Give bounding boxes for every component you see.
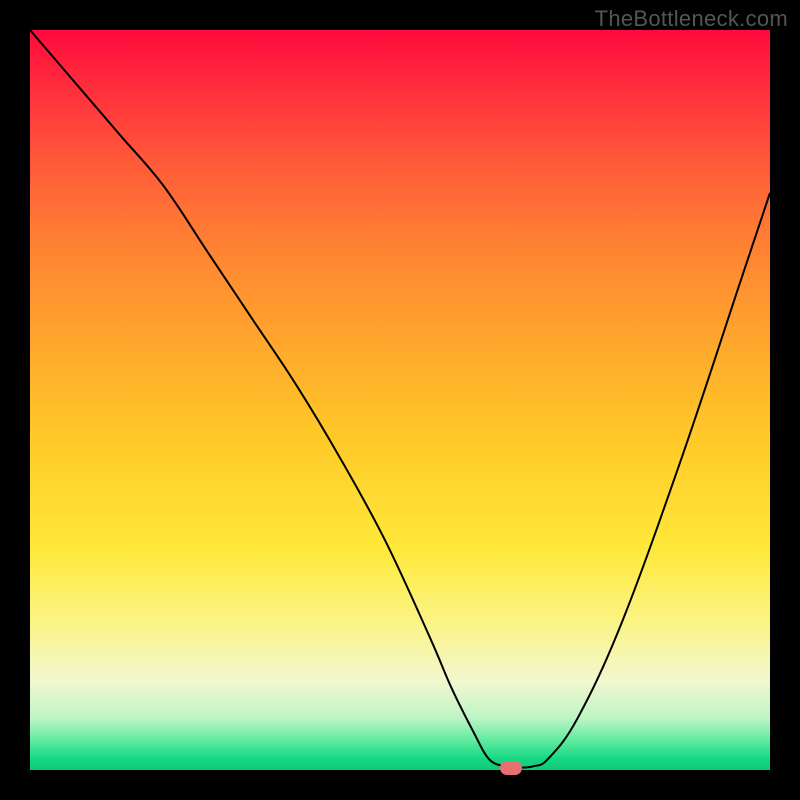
curve-path (30, 30, 770, 768)
chart-frame: TheBottleneck.com (0, 0, 800, 800)
plot-area (30, 30, 770, 770)
optimal-point-marker (500, 761, 522, 775)
watermark-text: TheBottleneck.com (595, 6, 788, 32)
bottleneck-curve (30, 30, 770, 770)
